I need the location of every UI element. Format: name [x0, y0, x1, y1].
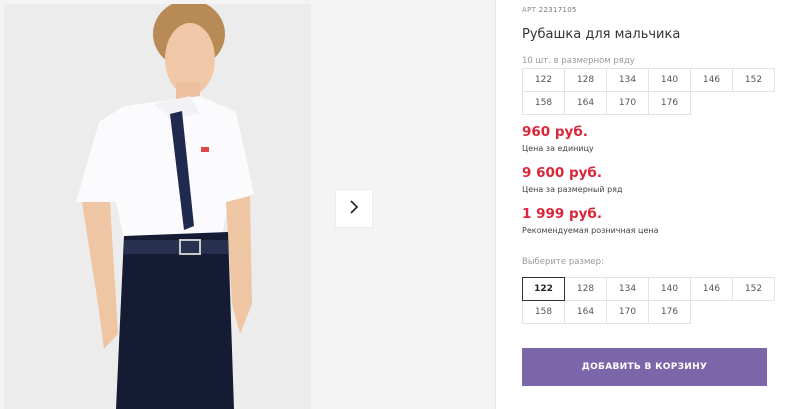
pack-price: 9 600 руб. [522, 165, 602, 181]
pack-size: 158 [522, 91, 565, 115]
pack-size-grid: 122 128 134 140 146 152 158 164 170 176 [522, 68, 775, 115]
size-select-grid: 122 128 134 140 146 152 158 164 170 176 [522, 277, 775, 324]
size-option[interactable]: 152 [732, 277, 775, 301]
sku-label: АРТ [522, 6, 537, 14]
pack-price-label: Цена за размерный ряд [522, 185, 623, 194]
unit-price: 960 руб. [522, 124, 588, 140]
size-option[interactable]: 140 [648, 277, 691, 301]
retail-price: 1 999 руб. [522, 206, 602, 222]
retail-price-label: Рекомендуемая розничная цена [522, 226, 659, 235]
pack-size: 152 [732, 68, 775, 92]
size-option[interactable]: 164 [564, 300, 607, 324]
size-option[interactable]: 146 [690, 277, 733, 301]
product-gallery [0, 0, 496, 409]
pack-size: 128 [564, 68, 607, 92]
sku: АРТ 22317105 [522, 6, 577, 14]
size-option[interactable]: 176 [648, 300, 691, 324]
size-option[interactable]: 158 [522, 300, 565, 324]
add-to-cart-button[interactable]: ДОБАВИТЬ В КОРЗИНУ [522, 348, 767, 386]
size-select-caption: Выберите размер: [522, 257, 604, 267]
next-image-button[interactable] [335, 189, 373, 228]
pack-size: 146 [690, 68, 733, 92]
product-title: Рубашка для мальчика [522, 27, 681, 42]
size-option[interactable]: 170 [606, 300, 649, 324]
pack-size: 140 [648, 68, 691, 92]
size-option[interactable]: 128 [564, 277, 607, 301]
chevron-right-icon [348, 199, 360, 219]
pack-size: 122 [522, 68, 565, 92]
size-option[interactable]: 134 [606, 277, 649, 301]
pack-caption: 10 шт. в размерном ряду [522, 56, 635, 66]
pack-size: 176 [648, 91, 691, 115]
unit-price-label: Цена за единицу [522, 144, 594, 153]
pack-size: 164 [564, 91, 607, 115]
sku-number: 22317105 [538, 6, 577, 14]
pack-size: 170 [606, 91, 649, 115]
size-option-selected[interactable]: 122 [522, 277, 565, 301]
product-photo [4, 4, 311, 409]
pack-size: 134 [606, 68, 649, 92]
